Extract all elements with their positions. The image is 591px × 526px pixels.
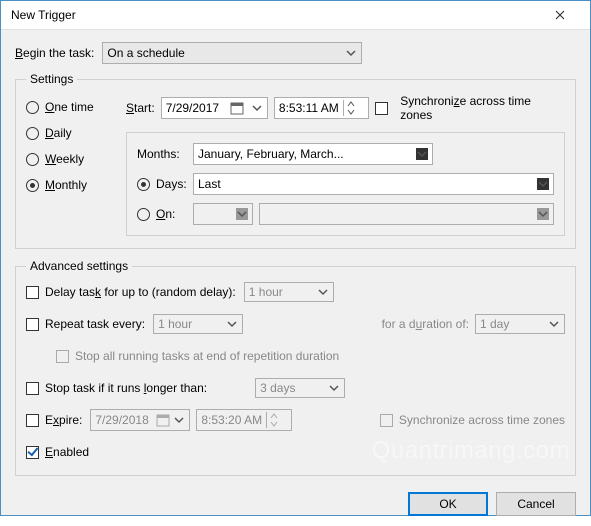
- one-time-label: One time: [45, 100, 94, 114]
- repeat-label: Repeat task every:: [45, 317, 145, 331]
- time-spinner[interactable]: [343, 100, 356, 116]
- radio-on[interactable]: [137, 208, 150, 221]
- delay-dropdown: 1 hour: [244, 282, 334, 302]
- chevron-down-icon: [236, 208, 248, 220]
- radio-monthly[interactable]: [26, 179, 39, 192]
- start-time-input[interactable]: 8:53:11 AM: [274, 97, 369, 119]
- monthly-label: Monthly: [45, 178, 87, 192]
- days-value: Last: [198, 177, 221, 191]
- spinner-up-icon: [347, 101, 355, 107]
- stop-if-dropdown: 3 days: [255, 378, 345, 398]
- sync-tz2-label: Synchronize across time zones: [399, 413, 565, 427]
- monthly-box: Months: January, February, March... Days…: [126, 132, 565, 236]
- delay-value: 1 hour: [249, 285, 283, 299]
- start-time-value: 8:53:11 AM: [279, 101, 339, 115]
- days-dropdown[interactable]: Last: [193, 173, 554, 195]
- expire-check[interactable]: [26, 414, 39, 427]
- begin-task-combo[interactable]: On a schedule: [102, 42, 362, 64]
- days-label: Days:: [156, 177, 187, 191]
- chevron-down-icon: [226, 318, 238, 330]
- on-week-dropdown: [193, 203, 253, 225]
- delay-check[interactable]: [26, 286, 39, 299]
- chevron-down-icon: [537, 178, 549, 190]
- on-label: On:: [156, 207, 175, 221]
- months-value: January, February, March...: [198, 147, 344, 161]
- time-spinner: [266, 412, 279, 428]
- months-label: Months:: [137, 147, 193, 161]
- radio-days[interactable]: [137, 178, 150, 191]
- daily-label: Daily: [45, 126, 72, 140]
- calendar-icon: [156, 413, 170, 427]
- enabled-check[interactable]: [26, 446, 39, 459]
- spinner-up-icon: [270, 413, 278, 419]
- calendar-icon: [230, 101, 244, 115]
- expire-label: Expire:: [45, 413, 82, 427]
- stop-if-label: Stop task if it runs longer than:: [45, 381, 207, 395]
- radio-weekly[interactable]: [26, 153, 39, 166]
- settings-group: Settings One time Daily Weekly Monthly S…: [15, 72, 576, 249]
- repeat-check[interactable]: [26, 318, 39, 331]
- spinner-down-icon: [270, 421, 278, 427]
- sync-tz-label: Synchronize across time zones: [400, 94, 565, 122]
- advanced-group: Advanced settings Delay task for up to (…: [15, 259, 576, 476]
- duration-dropdown: 1 day: [475, 314, 565, 334]
- start-date-value: 7/29/2017: [166, 101, 219, 115]
- repeat-dropdown: 1 hour: [153, 314, 243, 334]
- start-date-input[interactable]: 7/29/2017: [161, 97, 268, 119]
- ok-button[interactable]: OK: [408, 492, 488, 516]
- enabled-label: Enabled: [45, 445, 89, 459]
- repeat-value: 1 hour: [158, 317, 192, 331]
- stop-all-label: Stop all running tasks at end of repetit…: [75, 349, 339, 363]
- chevron-down-icon: [548, 318, 560, 330]
- window-title: New Trigger: [11, 8, 540, 22]
- expire-time-input: 8:53:20 AM: [196, 409, 292, 431]
- stop-if-check[interactable]: [26, 382, 39, 395]
- begin-task-label: Begin the task:: [15, 46, 94, 60]
- delay-label: Delay task for up to (random delay):: [45, 285, 236, 299]
- close-icon: [555, 10, 565, 20]
- duration-label: for a duration of:: [382, 317, 469, 331]
- on-day-dropdown: [259, 203, 554, 225]
- begin-task-value: On a schedule: [107, 46, 184, 60]
- expire-date-input: 7/29/2018: [90, 409, 190, 431]
- chevron-down-icon: [317, 286, 329, 298]
- start-label: Start:: [126, 101, 155, 115]
- close-button[interactable]: [540, 1, 580, 29]
- advanced-legend: Advanced settings: [26, 259, 132, 273]
- chevron-down-icon: [173, 414, 185, 426]
- spinner-down-icon: [347, 109, 355, 115]
- chevron-down-icon: [416, 148, 428, 160]
- chevron-down-icon: [251, 102, 263, 114]
- chevron-down-icon: [328, 382, 340, 394]
- stop-if-value: 3 days: [260, 381, 295, 395]
- sync-tz-check[interactable]: [375, 102, 388, 115]
- weekly-label: Weekly: [45, 152, 84, 166]
- chevron-down-icon: [537, 208, 549, 220]
- sync-tz2-check: [380, 414, 393, 427]
- expire-time-value: 8:53:20 AM: [201, 413, 262, 427]
- stop-all-check: [56, 350, 69, 363]
- radio-daily[interactable]: [26, 127, 39, 140]
- duration-value: 1 day: [480, 317, 509, 331]
- expire-date-value: 7/29/2018: [95, 413, 148, 427]
- cancel-button[interactable]: Cancel: [496, 492, 576, 516]
- chevron-down-icon: [345, 47, 357, 59]
- radio-one-time[interactable]: [26, 101, 39, 114]
- months-dropdown[interactable]: January, February, March...: [193, 143, 433, 165]
- settings-legend: Settings: [26, 72, 77, 86]
